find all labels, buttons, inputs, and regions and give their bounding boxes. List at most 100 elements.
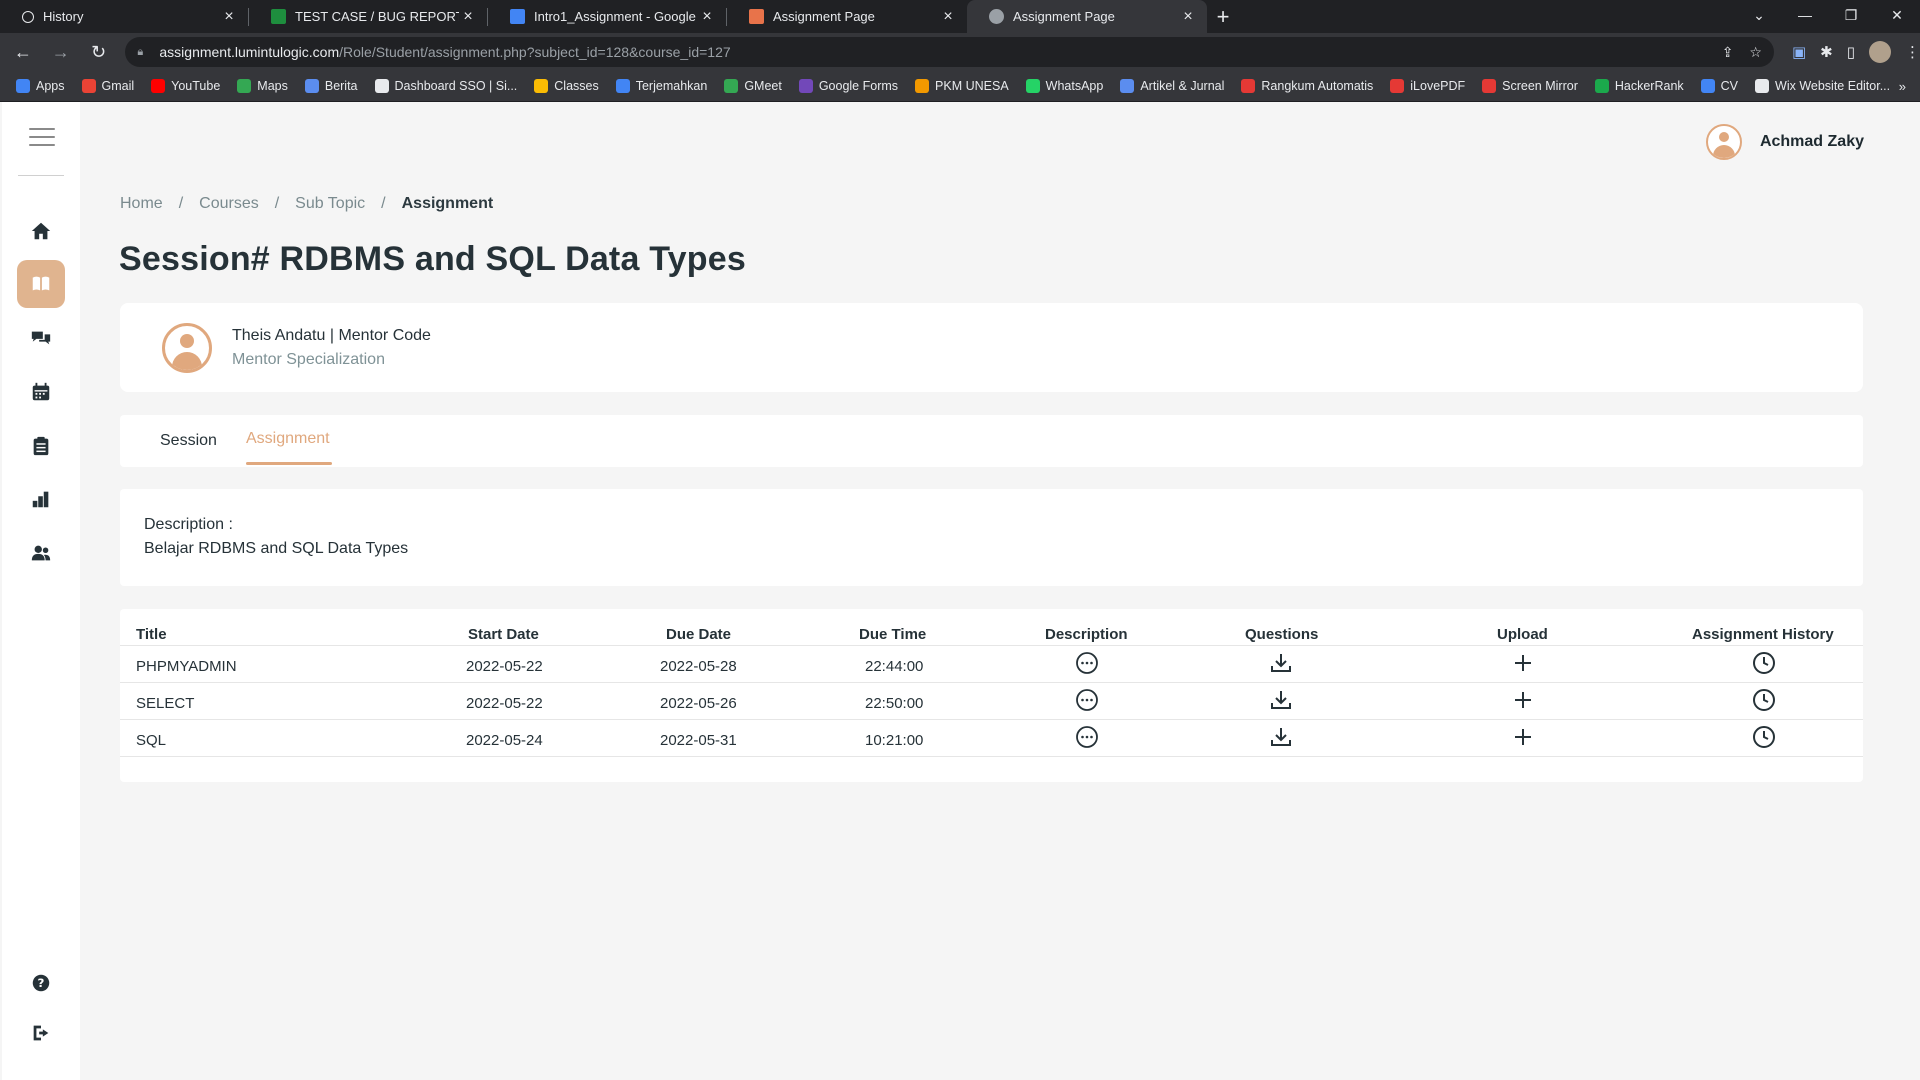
bookmark-item[interactable]: Maps bbox=[237, 79, 288, 93]
browser-tab-history[interactable]: History × bbox=[0, 0, 248, 33]
mentor-name: Theis Andatu | Mentor Code bbox=[232, 327, 431, 344]
window-close-button[interactable]: ✕ bbox=[1874, 0, 1920, 33]
cell-due-date: 2022-05-26 bbox=[660, 695, 737, 712]
close-icon[interactable]: × bbox=[459, 8, 477, 26]
restore-button[interactable]: ❐ bbox=[1828, 0, 1874, 33]
more-menu-icon[interactable]: ⋮ bbox=[1905, 43, 1920, 61]
breadcrumb-courses[interactable]: Courses bbox=[199, 195, 259, 213]
bookmark-item[interactable]: Terjemahkan bbox=[615, 79, 707, 93]
sidebar-item-discussion[interactable] bbox=[17, 314, 65, 362]
sidebar-item-home[interactable] bbox=[17, 207, 65, 255]
plus-icon[interactable] bbox=[1511, 651, 1535, 675]
close-icon[interactable]: × bbox=[1179, 8, 1197, 26]
bookmark-item[interactable]: HackerRank bbox=[1594, 79, 1684, 93]
tab-session[interactable]: Session bbox=[160, 432, 217, 450]
close-icon[interactable]: × bbox=[220, 8, 238, 26]
help-icon: ? bbox=[32, 974, 50, 992]
tab-assignment[interactable]: Assignment bbox=[246, 430, 330, 448]
bookmark-item[interactable]: GMeet bbox=[724, 79, 782, 93]
bookmark-item[interactable]: Wix Website Editor... bbox=[1755, 79, 1890, 93]
user-avatar bbox=[1705, 124, 1742, 160]
star-icon[interactable]: ☆ bbox=[1749, 44, 1762, 61]
bookmark-item[interactable]: CV bbox=[1700, 79, 1738, 93]
browser-tab-doc[interactable]: Intro1_Assignment - Google Doc × bbox=[488, 0, 726, 33]
bookmark-label: Gmail bbox=[101, 79, 135, 93]
bookmark-item[interactable]: Google Forms bbox=[798, 79, 898, 93]
bookmarks-overflow-button[interactable]: » bbox=[1899, 79, 1906, 94]
user-menu[interactable]: Achmad Zaky bbox=[1705, 124, 1864, 160]
plus-icon[interactable] bbox=[1511, 688, 1535, 712]
browser-tab-assignment-active[interactable]: Assignment Page × bbox=[967, 0, 1207, 33]
sidebar-item-assignment[interactable] bbox=[17, 422, 65, 470]
share-icon[interactable]: ⇪ bbox=[1722, 44, 1734, 61]
clock-icon[interactable] bbox=[1752, 688, 1776, 712]
browser-tab-assignment-1[interactable]: Assignment Page × bbox=[727, 0, 967, 33]
page-title: Session# RDBMS and SQL Data Types bbox=[119, 240, 746, 278]
table-row bbox=[120, 682, 1863, 719]
bookmark-item[interactable]: Apps bbox=[16, 79, 65, 93]
google-sheets-icon bbox=[271, 9, 286, 24]
bookmark-favicon-icon bbox=[1700, 79, 1715, 93]
breadcrumb-home[interactable]: Home bbox=[120, 195, 163, 213]
bookmark-label: Rangkum Automatis bbox=[1261, 79, 1374, 93]
bookmark-item[interactable]: Berita bbox=[304, 79, 358, 93]
sidebar-item-ranking[interactable] bbox=[17, 475, 65, 523]
more-options-circle-icon[interactable] bbox=[1075, 725, 1099, 749]
sidebar-item-logout[interactable] bbox=[17, 1009, 65, 1057]
sidebar-item-users[interactable] bbox=[17, 529, 65, 577]
minimize-button[interactable]: — bbox=[1782, 0, 1828, 33]
clock-icon[interactable] bbox=[1752, 651, 1776, 675]
bookmark-item[interactable]: YouTube bbox=[151, 79, 220, 93]
back-button[interactable]: ← bbox=[8, 42, 38, 63]
clock-icon[interactable] bbox=[1752, 725, 1776, 749]
cell-start-date: 2022-05-22 bbox=[466, 658, 543, 675]
bookmark-item[interactable]: Artikel & Jurnal bbox=[1120, 79, 1224, 93]
site-favicon-icon bbox=[749, 9, 764, 24]
bookmark-item[interactable]: Dashboard SSO | Si... bbox=[374, 79, 517, 93]
breadcrumb-current: Assignment bbox=[401, 195, 494, 212]
address-bar[interactable]: 🔒︎ assignment.lumintulogic.com /Role/Stu… bbox=[125, 37, 1774, 67]
bookmark-label: GMeet bbox=[744, 79, 782, 93]
forward-button[interactable]: → bbox=[46, 42, 76, 63]
column-header-questions: Questions bbox=[1245, 626, 1319, 643]
bookmark-item[interactable]: Gmail bbox=[81, 79, 135, 93]
bookmark-favicon-icon bbox=[1390, 79, 1405, 93]
more-options-circle-icon[interactable] bbox=[1075, 688, 1099, 712]
profile-avatar[interactable] bbox=[1869, 41, 1892, 63]
bookmark-item[interactable]: iLovePDF bbox=[1390, 79, 1465, 93]
hamburger-menu-icon[interactable] bbox=[29, 128, 55, 146]
side-panel-icon[interactable]: ▯ bbox=[1847, 43, 1855, 61]
new-tab-button[interactable]: + bbox=[1207, 0, 1239, 33]
browser-tab-sheet[interactable]: TEST CASE / BUG REPORT - Goog × bbox=[249, 0, 487, 33]
lock-icon[interactable]: 🔒︎ bbox=[137, 46, 149, 58]
bookmark-favicon-icon bbox=[1120, 79, 1135, 93]
download-icon[interactable] bbox=[1269, 688, 1293, 712]
bookmark-item[interactable]: Rangkum Automatis bbox=[1241, 79, 1373, 93]
reload-button[interactable]: ↻ bbox=[84, 42, 114, 63]
more-options-circle-icon[interactable] bbox=[1075, 651, 1099, 675]
bookmark-item[interactable]: PKM UNESA bbox=[915, 79, 1009, 93]
chevron-down-icon[interactable]: ⌄ bbox=[1736, 0, 1782, 33]
bookmark-label: Maps bbox=[257, 79, 288, 93]
translate-icon[interactable]: ▣ bbox=[1792, 43, 1806, 61]
column-header-upload: Upload bbox=[1497, 626, 1548, 643]
download-icon[interactable] bbox=[1269, 651, 1293, 675]
bookmark-item[interactable]: Screen Mirror bbox=[1482, 79, 1578, 93]
cell-title: SQL bbox=[136, 732, 167, 749]
sidebar-item-calendar[interactable] bbox=[17, 368, 65, 416]
bookmark-label: HackerRank bbox=[1614, 79, 1684, 93]
tab-label: History bbox=[43, 9, 84, 24]
download-icon[interactable] bbox=[1269, 725, 1293, 749]
extensions-icon[interactable]: ✱ bbox=[1820, 43, 1833, 61]
plus-icon[interactable] bbox=[1511, 725, 1535, 749]
bookmark-label: YouTube bbox=[171, 79, 221, 93]
bookmark-item[interactable]: WhatsApp bbox=[1025, 79, 1103, 93]
breadcrumb-sub-topic[interactable]: Sub Topic bbox=[295, 195, 365, 213]
sidebar-item-courses[interactable] bbox=[17, 260, 65, 308]
close-icon[interactable]: × bbox=[698, 8, 716, 26]
bookmark-item[interactable]: Classes bbox=[534, 79, 599, 93]
sidebar-item-help[interactable]: ? bbox=[17, 959, 65, 1007]
close-icon[interactable]: × bbox=[939, 8, 957, 26]
breadcrumb-separator: / bbox=[178, 195, 184, 212]
bookmark-favicon-icon bbox=[724, 79, 739, 93]
